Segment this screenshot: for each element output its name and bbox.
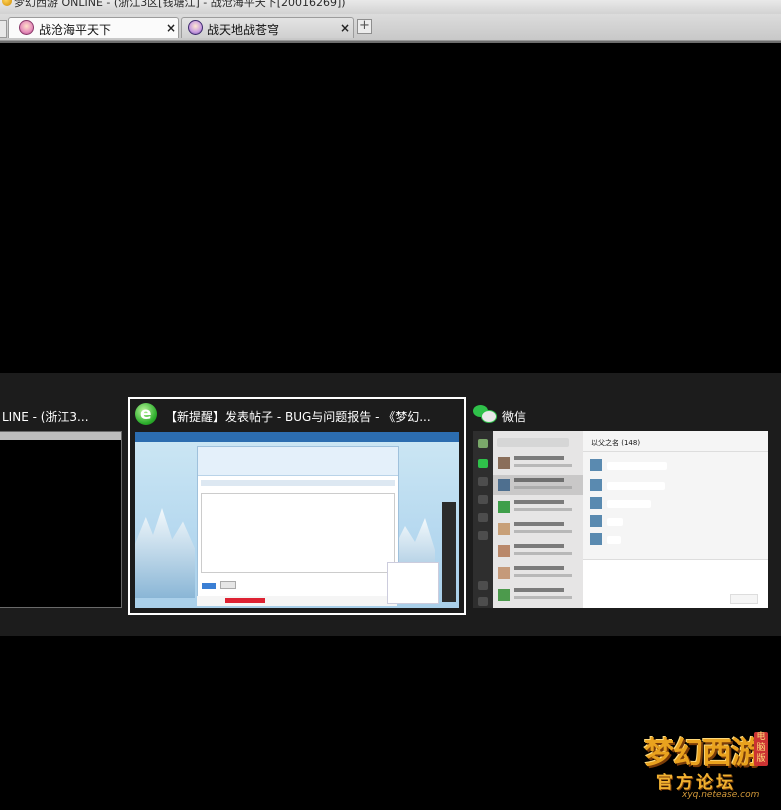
- tab-scroll-left[interactable]: [0, 20, 7, 38]
- tab-close-icon[interactable]: ×: [340, 21, 350, 35]
- watermark-badge: 电脑版: [754, 732, 768, 766]
- tab-character-2[interactable]: 战天地战苍穹 ×: [181, 17, 354, 38]
- float-toolbar: [442, 502, 456, 602]
- wechat-chat-panel: 以父之名 (148): [583, 431, 768, 608]
- watermark-url: xyq.netease.com: [682, 790, 760, 800]
- tab-label: 战沧海平天下: [39, 23, 112, 37]
- thumbnail-titlebar: [0, 432, 121, 440]
- netease-logo: [225, 598, 265, 603]
- tab-close-icon[interactable]: ×: [166, 21, 176, 35]
- editor-textarea: [201, 493, 395, 573]
- character-avatar-icon: [19, 20, 34, 35]
- watermark-logo: 梦幻西游: [644, 736, 761, 771]
- window-title-browser: 【新提醒】发表帖子 - BUG与问题报告 - 《梦幻...: [165, 410, 431, 424]
- post-header: [198, 447, 398, 476]
- side-panel: [387, 562, 439, 604]
- tab-character-1[interactable]: 战沧海平天下 ×: [8, 17, 179, 38]
- browser-toolbar: [135, 432, 459, 442]
- tab-bar-divider: [0, 41, 781, 43]
- wechat-search: [497, 438, 569, 447]
- post-editor-page: [197, 446, 399, 598]
- submit-button: [202, 583, 216, 589]
- window-title-bar[interactable]: 梦幻西游 ONLINE - (浙江3区[钱塘江] - 战沧海平天下[200162…: [0, 0, 781, 14]
- forum-watermark: 梦幻西游 电脑版 官方论坛 xyq.netease.com: [638, 722, 776, 804]
- wechat-sidebar: [473, 431, 493, 608]
- tab-bar: 战沧海平天下 × 战天地战苍穹 × +: [0, 14, 781, 41]
- wechat-input-area: [583, 559, 768, 608]
- window-thumbnail-wechat[interactable]: 以父之名 (148): [473, 431, 768, 608]
- window-title-game: LINE - (浙江3...: [2, 410, 89, 424]
- window-title-wechat: 微信: [502, 410, 527, 424]
- wechat-send-button: [730, 594, 758, 604]
- wechat-chat-title: 以父之名 (148): [591, 439, 641, 447]
- character-avatar-icon: [188, 20, 203, 35]
- window-thumbnail-game[interactable]: [0, 431, 122, 608]
- new-tab-button[interactable]: +: [357, 19, 372, 34]
- preview-button: [220, 581, 236, 589]
- ie-icon: e: [135, 403, 157, 425]
- page-footer: [197, 596, 397, 606]
- app-icon: [2, 0, 12, 6]
- editor-toolbar: [201, 480, 395, 486]
- wechat-chat-list: [493, 431, 583, 608]
- tab-label: 战天地战苍穹: [207, 23, 280, 37]
- window-title: 梦幻西游 ONLINE - (浙江3区[钱塘江] - 战沧海平天下[200162…: [14, 0, 346, 9]
- window-thumbnail-browser[interactable]: [135, 432, 459, 608]
- wechat-icon: [473, 404, 497, 424]
